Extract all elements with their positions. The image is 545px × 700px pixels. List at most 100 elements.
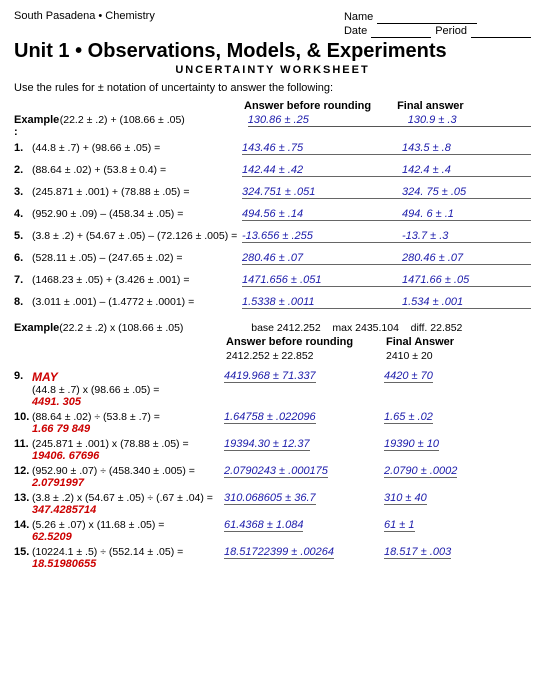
problem-before-3: 324.751 ± .051 [242, 186, 402, 199]
problem-num-12: 12. [14, 465, 32, 477]
problem-final-15: 18.517 ± .003 [384, 546, 451, 559]
problem-before-2: 142.44 ± .42 [242, 164, 402, 177]
problem-before-col-9: 4419.968 ± 71.337 [224, 370, 384, 382]
school-name: South Pasadena • Chemistry [14, 10, 155, 22]
problem-final-7: 1471.66 ± .05 [402, 274, 531, 287]
unit-title: Unit 1 • Observations, Models, & Experim… [14, 40, 531, 63]
problem-red-10: 1.66 79 849 [32, 423, 224, 435]
problems2-section: 9. MAY (44.8 ± .7) x (98.66 ± .05) = 449… [14, 370, 531, 570]
problem-final-9: 4420 ± 70 [384, 370, 433, 383]
problem-row-7: 7. (1468.23 ± .05) + (3.426 ± .001) = 14… [14, 274, 531, 292]
problem-row-4: 4. (952.90 ± .09) – (458.34 ± .05) = 494… [14, 208, 531, 226]
problem-expr-9: (44.8 ± .7) x (98.66 ± .05) = [32, 384, 224, 396]
problem-row-10: 10. (88.64 ± .02) ÷ (53.8 ± .7) = 1.66 7… [14, 411, 531, 435]
problem-before-8: 1.5338 ± .0011 [242, 296, 402, 309]
problem-num-10: 10. [14, 411, 32, 423]
problem-final-12: 2.0790 ± .0002 [384, 465, 457, 478]
problem-final-col-12: 2.0790 ± .0002 [384, 465, 457, 477]
problem-row-11: 11. (245.871 ± .001) x (78.88 ± .05) = 1… [14, 438, 531, 462]
problem-row-3: 3. (245.871 ± .001) + (78.88 ± .05) = 32… [14, 186, 531, 204]
problem-expr-col-12: (952.90 ± .07) ÷ (458.340 ± .005) = 2.07… [32, 465, 224, 489]
header-top: South Pasadena • Chemistry Name Date Per… [14, 10, 531, 38]
problem-num-11: 11. [14, 438, 32, 450]
problem-before-13: 310.068605 ± 36.7 [224, 492, 316, 505]
problem-before-4: 494.56 ± .14 [242, 208, 402, 221]
problem-expr-col-14: (5.26 ± .07) x (11.68 ± .05) = 62.5209 [32, 519, 224, 543]
problem-before-col-13: 310.068605 ± 36.7 [224, 492, 384, 504]
problem-before-10: 1.64758 ± .022096 [224, 411, 316, 424]
instructions: Use the rules for ± notation of uncertai… [14, 82, 531, 94]
example2-before-vals: 2412.252 ± 22.852 [226, 350, 386, 362]
problem-final-col-14: 61 ± 1 [384, 519, 415, 531]
problem-before-col-11: 19394.30 ± 12.37 [224, 438, 384, 450]
example1-before: 130.86 ± .25 [248, 114, 408, 127]
problem-num-3: 3. [14, 186, 32, 198]
problem-num-2: 2. [14, 164, 32, 176]
problem-before-14: 61.4368 ± 1.084 [224, 519, 303, 532]
problem-before-col-12: 2.0790243 ± .000175 [224, 465, 384, 477]
problem-expr-col-9: MAY (44.8 ± .7) x (98.66 ± .05) = 4491. … [32, 370, 224, 408]
problem-before-col-10: 1.64758 ± .022096 [224, 411, 384, 423]
date-field[interactable] [371, 24, 431, 38]
problem-row-5: 5. (3.8 ± .2) + (54.67 ± .05) – (72.126 … [14, 230, 531, 248]
example2-final-vals: 2410 ± 20 [386, 350, 433, 362]
problem-before-9: 4419.968 ± 71.337 [224, 370, 316, 383]
problem-row-13: 13. (3.8 ± .2) x (54.67 ± .05) ÷ (.67 ± … [14, 492, 531, 516]
problem-expr-15: (10224.1 ± .5) ÷ (552.14 ± .05) = [32, 546, 224, 558]
problem-red-15: 18.51980655 [32, 558, 224, 570]
problem-row-1: 1. (44.8 ± .7) + (98.66 ± .05) = 143.46 … [14, 142, 531, 160]
final-answer-header2: Final Answer [386, 336, 454, 348]
problem-final-14: 61 ± 1 [384, 519, 415, 532]
name-date-block: Name Date Period [344, 10, 531, 38]
problem-before-15: 18.51722399 ± .00264 [224, 546, 334, 559]
problem-row-8: 8. (3.011 ± .001) – (1.4772 ± .0001) = 1… [14, 296, 531, 314]
problem-num-1: 1. [14, 142, 32, 154]
column-headers: Answer before rounding Final answer [244, 100, 531, 112]
problem-expr-2: (88.64 ± .02) + (53.8 ± 0.4) = [32, 164, 242, 176]
problem-row-14: 14. (5.26 ± .07) x (11.68 ± .05) = 62.52… [14, 519, 531, 543]
problem-final-1: 143.5 ± .8 [402, 142, 531, 155]
example1-expr: (22.2 ± .2) + (108.66 ± .05) [60, 114, 248, 126]
problem-row-15: 15. (10224.1 ± .5) ÷ (552.14 ± .05) = 18… [14, 546, 531, 570]
problem-expr-10: (88.64 ± .02) ÷ (53.8 ± .7) = [32, 411, 224, 423]
problem-red-12: 2.0791997 [32, 477, 224, 489]
example1-row: Example : (22.2 ± .2) + (108.66 ± .05) 1… [14, 114, 531, 138]
problem-final-col-13: 310 ± 40 [384, 492, 427, 504]
problem-expr-4: (952.90 ± .09) – (458.34 ± .05) = [32, 208, 242, 220]
problem-num-14: 14. [14, 519, 32, 531]
problem-final-6: 280.46 ± .07 [402, 252, 531, 265]
name-label: Name [344, 11, 373, 23]
example2-answers: 2412.252 ± 22.852 2410 ± 20 [226, 350, 531, 362]
problem-before-7: 1471.656 ± .051 [242, 274, 402, 287]
problem-expr-col-11: (245.871 ± .001) x (78.88 ± .05) = 19406… [32, 438, 224, 462]
problem-before-col-14: 61.4368 ± 1.084 [224, 519, 384, 531]
problem-row-12: 12. (952.90 ± .07) ÷ (458.340 ± .005) = … [14, 465, 531, 489]
problem-final-4: 494. 6 ± .1 [402, 208, 531, 221]
problem-final-5: -13.7 ± .3 [402, 230, 531, 243]
problem-expr-1: (44.8 ± .7) + (98.66 ± .05) = [32, 142, 242, 154]
problems-section: 1. (44.8 ± .7) + (98.66 ± .05) = 143.46 … [14, 142, 531, 314]
example2-label: Example [14, 322, 59, 334]
example2-expr: (22.2 ± .2) x (108.66 ± .05) [59, 322, 251, 334]
problem-num-6: 6. [14, 252, 32, 264]
problem-expr-3: (245.871 ± .001) + (78.88 ± .05) = [32, 186, 242, 198]
problem-expr-13: (3.8 ± .2) x (54.67 ± .05) ÷ (.67 ± .04)… [32, 492, 224, 504]
name-field[interactable] [377, 10, 477, 24]
col-headers2: Answer before rounding Final Answer [226, 336, 531, 348]
problem-final-col-9: 4420 ± 70 [384, 370, 433, 382]
problem-red-13: 347.4285714 [32, 504, 224, 516]
problem-row-6: 6. (528.11 ± .05) – (247.65 ± .02) = 280… [14, 252, 531, 270]
problem-final-col-15: 18.517 ± .003 [384, 546, 451, 558]
problem-final-2: 142.4 ± .4 [402, 164, 531, 177]
problem-expr-12: (952.90 ± .07) ÷ (458.340 ± .005) = [32, 465, 224, 477]
problem-expr-col-15: (10224.1 ± .5) ÷ (552.14 ± .05) = 18.519… [32, 546, 224, 570]
problem-row-9: 9. MAY (44.8 ± .7) x (98.66 ± .05) = 449… [14, 370, 531, 408]
problem-final-8: 1.534 ± .001 [402, 296, 531, 309]
problem-before-col-15: 18.51722399 ± .00264 [224, 546, 384, 558]
problem-num-15: 15. [14, 546, 32, 558]
problem-expr-7: (1468.23 ± .05) + (3.426 ± .001) = [32, 274, 242, 286]
problem-num-13: 13. [14, 492, 32, 504]
problem-before-6: 280.46 ± .07 [242, 252, 402, 265]
problem-before-1: 143.46 ± .75 [242, 142, 402, 155]
period-field[interactable] [471, 24, 531, 38]
